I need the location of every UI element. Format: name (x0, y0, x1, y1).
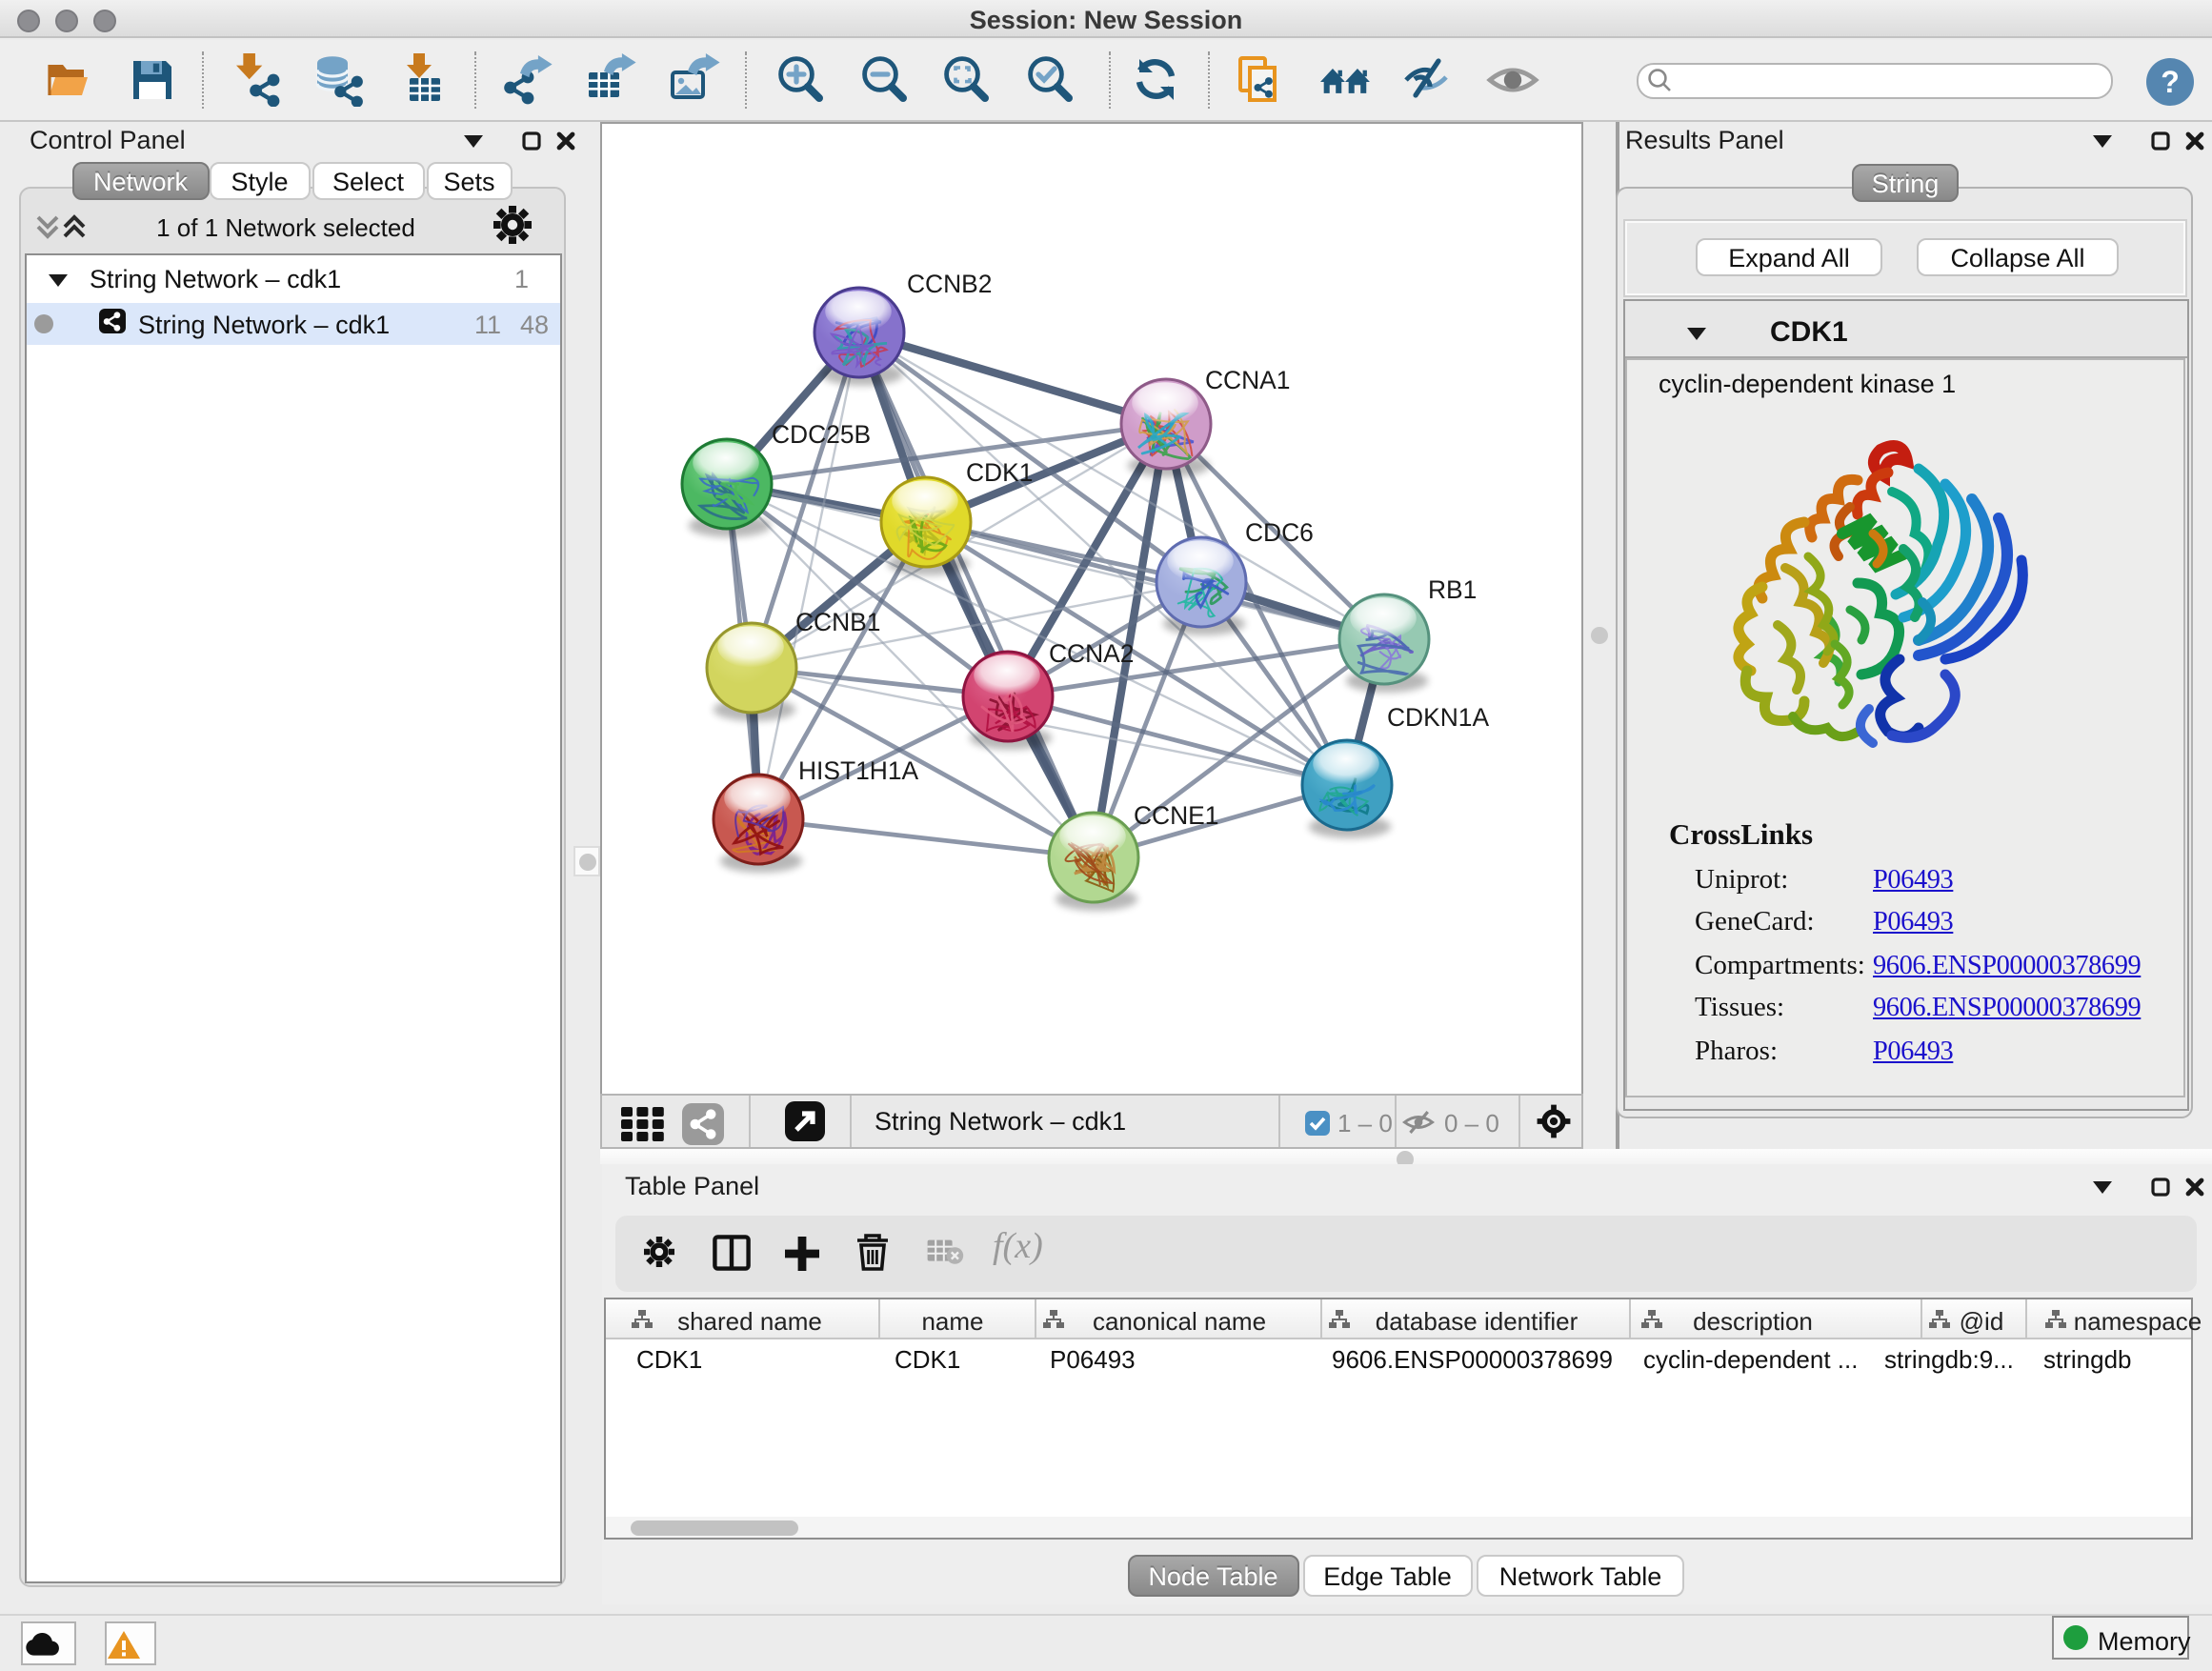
svg-text:?: ? (2161, 65, 2180, 99)
svg-text:HIST1H1A: HIST1H1A (798, 756, 919, 785)
svg-text:CDK1: CDK1 (966, 458, 1033, 487)
svg-text:CCNA1: CCNA1 (1205, 366, 1290, 394)
svg-text:CDKN1A: CDKN1A (1387, 703, 1489, 732)
svg-text:CCNA2: CCNA2 (1049, 639, 1134, 668)
svg-text:CDC6: CDC6 (1245, 518, 1314, 547)
svg-text:CCNB1: CCNB1 (795, 608, 880, 636)
svg-text:CDC25B: CDC25B (772, 420, 871, 449)
svg-text:RB1: RB1 (1428, 575, 1477, 604)
svg-text:CCNB2: CCNB2 (907, 270, 992, 298)
svg-text:CCNE1: CCNE1 (1134, 801, 1218, 830)
